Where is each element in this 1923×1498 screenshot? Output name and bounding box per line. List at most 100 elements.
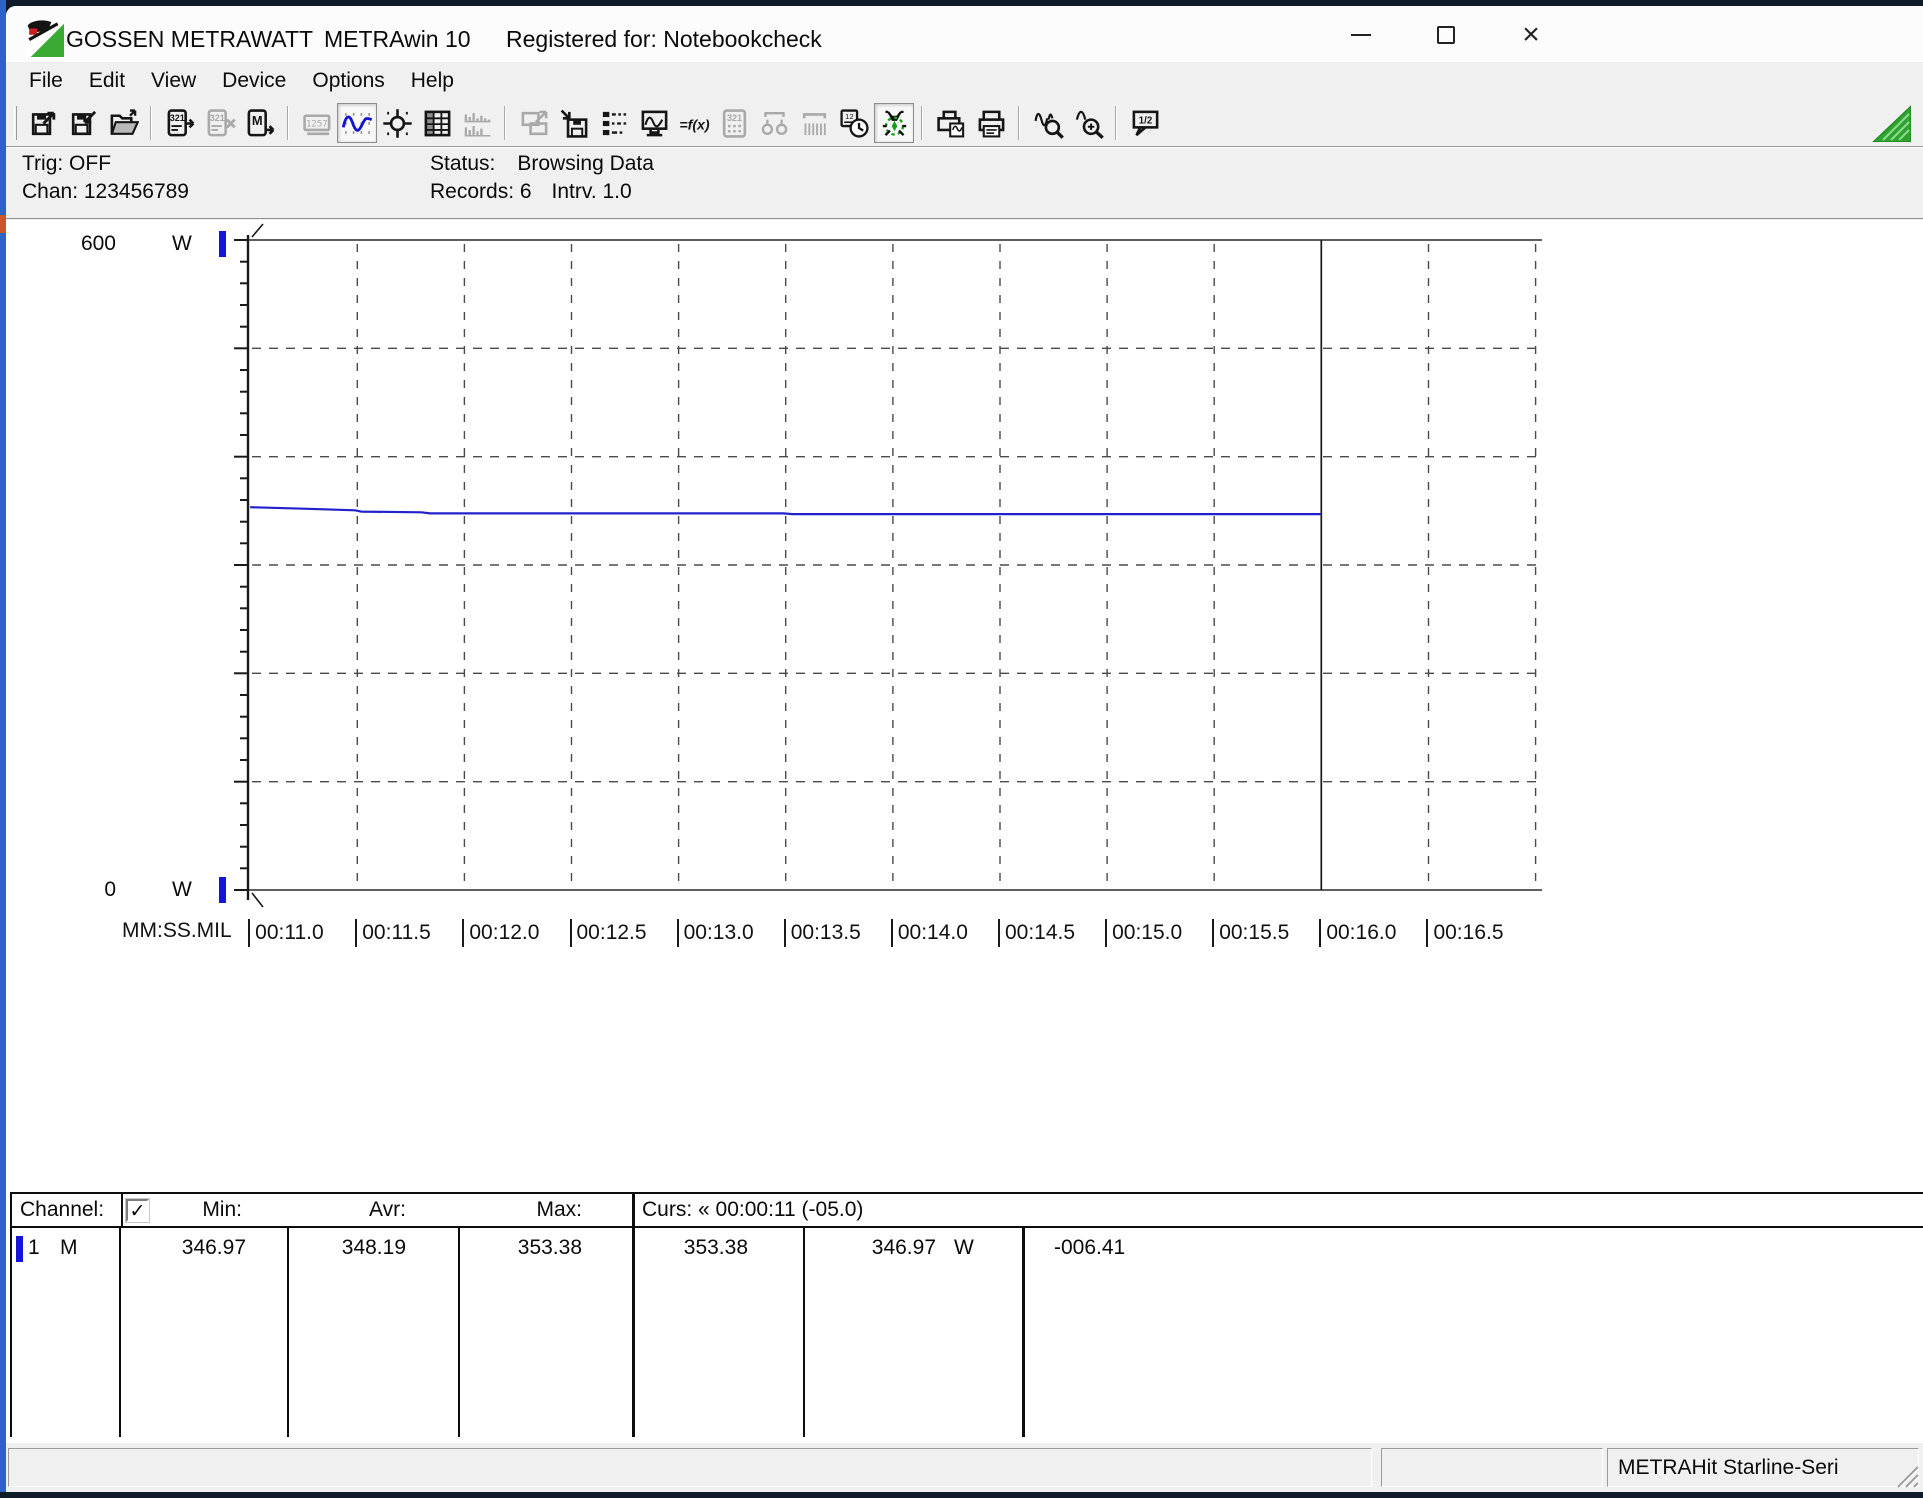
waveform-chart-icon (342, 108, 373, 139)
x-tick-text: 00:12.5 (577, 921, 647, 945)
menu-bar: FileEditViewDeviceOptionsHelp (6, 62, 1923, 100)
chart-plot-area[interactable] (0, 222, 1923, 1192)
x-tick-00:11.5: 00:11.5 (355, 919, 431, 947)
svg-text:12: 12 (845, 111, 854, 120)
toolbar-shunt-button[interactable] (794, 103, 834, 143)
x-tick-00:11.0: 00:11.0 (248, 919, 324, 947)
table-header-border (10, 1226, 1923, 1228)
channel-color-marker-top (219, 231, 226, 257)
toolbar-live-bug-button[interactable] (874, 103, 914, 143)
cell-avr: 348.19 (296, 1236, 406, 1260)
app-logo-icon (26, 19, 64, 57)
live-bug-icon (879, 108, 910, 139)
x-tick-text: 00:13.5 (791, 921, 861, 945)
channel-color-marker (16, 1236, 23, 1262)
toolbar-save-export-button[interactable] (23, 103, 63, 143)
toolbar-printer-button[interactable] (971, 103, 1011, 143)
cell-channel-mode: M (60, 1236, 78, 1260)
records-count: Records: 6 (430, 180, 532, 203)
y-axis-unit-top: W (172, 232, 192, 256)
channel-list: Chan: 123456789 (22, 180, 189, 204)
x-tick-00:15.5: 00:15.5 (1212, 919, 1289, 947)
toolbar-print-preview-button[interactable] (931, 103, 971, 143)
maximize-button[interactable] (1418, 14, 1474, 56)
cell-cursor-b: 346.97 (816, 1236, 936, 1260)
data-table-icon (422, 108, 453, 139)
menu-device[interactable]: Device (209, 65, 299, 97)
menu-help[interactable]: Help (398, 65, 467, 97)
toolbar-separator (1115, 106, 1117, 140)
x-tick-mark (462, 919, 464, 947)
col-line-1 (119, 1228, 121, 1437)
toolbar-cursor-crosshair-button[interactable] (377, 103, 417, 143)
col-line-3 (458, 1228, 460, 1437)
x-tick-text: 00:11.0 (255, 921, 324, 945)
header-max: Max: (458, 1198, 582, 1222)
x-tick-mark (248, 919, 250, 947)
zoom-amplitude-icon (1073, 108, 1104, 139)
toolbar-device-read-button[interactable]: 321 (160, 103, 200, 143)
toolbar-record-list-button[interactable] (594, 103, 634, 143)
x-tick-mark (1212, 919, 1214, 947)
toolbar-histogram-button[interactable] (457, 103, 497, 143)
toolbar-zoom-amplitude-button[interactable] (1068, 103, 1108, 143)
toolbar-multimeter-display-button[interactable]: 1257 (297, 103, 337, 143)
probes-icon (759, 108, 790, 139)
toolbar-store-to-disk-button[interactable] (554, 103, 594, 143)
x-tick-mark (677, 919, 679, 947)
menu-edit[interactable]: Edit (76, 65, 138, 97)
toolbar-separator (1018, 106, 1020, 140)
toolbar-open-file-button[interactable] (103, 103, 143, 143)
x-tick-text: 00:11.5 (362, 921, 431, 945)
menu-options[interactable]: Options (299, 65, 397, 97)
resize-grip[interactable] (1894, 1463, 1920, 1489)
trigger-status: Trig: OFF (22, 152, 111, 176)
toolbar-save-import-button[interactable] (63, 103, 103, 143)
keypad-321-icon: 321 (719, 108, 750, 139)
toolbar-grip[interactable] (14, 106, 17, 140)
toolbar-keypad-321-button[interactable]: 321 (714, 103, 754, 143)
x-tick-text: 00:13.0 (684, 921, 754, 945)
memory-read-icon: M (245, 108, 276, 139)
col-line-6-thick (1022, 1228, 1025, 1437)
col-line-4-thick (632, 1192, 635, 1437)
channel-table: Channel: ✓ Min: Avr: Max: Curs: « 00:00:… (6, 1192, 1923, 1443)
x-tick-mark (1105, 919, 1107, 947)
open-file-icon (108, 108, 139, 139)
svg-text:321: 321 (726, 112, 741, 122)
status-value: Browsing Data (517, 152, 654, 175)
toolbar-memory-read-button[interactable]: M (240, 103, 280, 143)
col-line-5 (803, 1228, 805, 1437)
minimize-button[interactable] (1333, 14, 1389, 56)
menu-file[interactable]: File (16, 65, 76, 97)
device-read-icon: 321 (165, 108, 196, 139)
x-tick-00:14.0: 00:14.0 (891, 919, 968, 947)
header-cursor: Curs: « 00:00:11 (-05.0) (642, 1198, 863, 1222)
close-button[interactable]: × (1503, 14, 1559, 56)
zoom-time-icon (1033, 108, 1064, 139)
svg-text:321: 321 (209, 112, 224, 122)
measurement-info-panel: Trig: OFF Chan: 123456789 Status:Browsin… (6, 148, 1923, 218)
menu-view[interactable]: View (138, 65, 209, 97)
toolbar-export-data-button[interactable] (514, 103, 554, 143)
toolbar-waveform-chart-button[interactable] (337, 103, 377, 143)
toolbar-data-table-button[interactable] (417, 103, 457, 143)
x-tick-00:16.5: 00:16.5 (1426, 919, 1503, 947)
multimeter-display-icon: 1257 (302, 108, 333, 139)
toolbar-function-fx-button[interactable]: =f(x) (674, 103, 714, 143)
toolbar-device-disconnect-button[interactable]: 321 (200, 103, 240, 143)
annotation-12-icon: 1/2 (1130, 108, 1161, 139)
x-tick-00:12.5: 00:12.5 (570, 919, 647, 947)
save-export-icon (28, 108, 59, 139)
function-fx-icon: =f(x) (679, 108, 710, 139)
x-tick-text: 00:14.0 (898, 921, 968, 945)
toolbar-annotation-12-button[interactable]: 1/2 (1125, 103, 1165, 143)
toolbar-probes-button[interactable] (754, 103, 794, 143)
x-tick-text: 00:12.0 (469, 921, 539, 945)
svg-text:321: 321 (169, 112, 184, 122)
status-line: Status:Browsing Data (430, 152, 654, 176)
toolbar-monitor-wave-button[interactable] (634, 103, 674, 143)
registered-for-text: Registered for: Notebookcheck (506, 26, 822, 53)
toolbar-zoom-time-button[interactable] (1028, 103, 1068, 143)
toolbar-timer-clock-button[interactable]: 12 (834, 103, 874, 143)
